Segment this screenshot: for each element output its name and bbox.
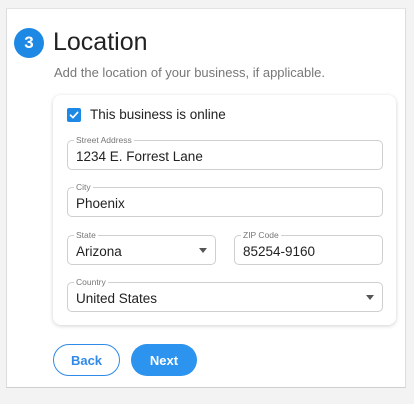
street-address-value: 1234 E. Forrest Lane <box>76 149 203 164</box>
step-number-badge: 3 <box>14 28 44 58</box>
city-label: City <box>74 182 93 192</box>
online-checkbox-label: This business is online <box>90 107 226 122</box>
online-checkbox[interactable] <box>67 107 81 122</box>
zip-code-label: ZIP Code <box>241 230 281 240</box>
state-label: State <box>74 230 98 240</box>
city-value: Phoenix <box>76 196 125 211</box>
checkmark-icon <box>69 111 79 118</box>
caret-down-icon <box>199 248 207 253</box>
street-address-label: Street Address <box>74 135 134 145</box>
section-title: Location <box>53 28 148 56</box>
country-value: United States <box>76 291 158 306</box>
state-value: Arizona <box>76 244 122 259</box>
section-subtitle: Add the location of your business, if ap… <box>54 65 326 80</box>
back-button[interactable]: Back <box>53 344 120 376</box>
state-select[interactable]: State Arizona <box>67 230 216 265</box>
online-checkbox-row[interactable]: This business is online <box>67 107 226 122</box>
street-address-field[interactable]: Street Address 1234 E. Forrest Lane <box>67 135 383 170</box>
caret-down-icon <box>366 295 374 300</box>
city-field[interactable]: City Phoenix <box>67 182 383 217</box>
zip-code-field[interactable]: ZIP Code 85254-9160 <box>234 230 383 265</box>
country-label: Country <box>74 277 108 287</box>
zip-code-value: 85254-9160 <box>243 244 316 259</box>
next-button[interactable]: Next <box>131 344 197 376</box>
country-select[interactable]: Country United States <box>67 277 383 312</box>
